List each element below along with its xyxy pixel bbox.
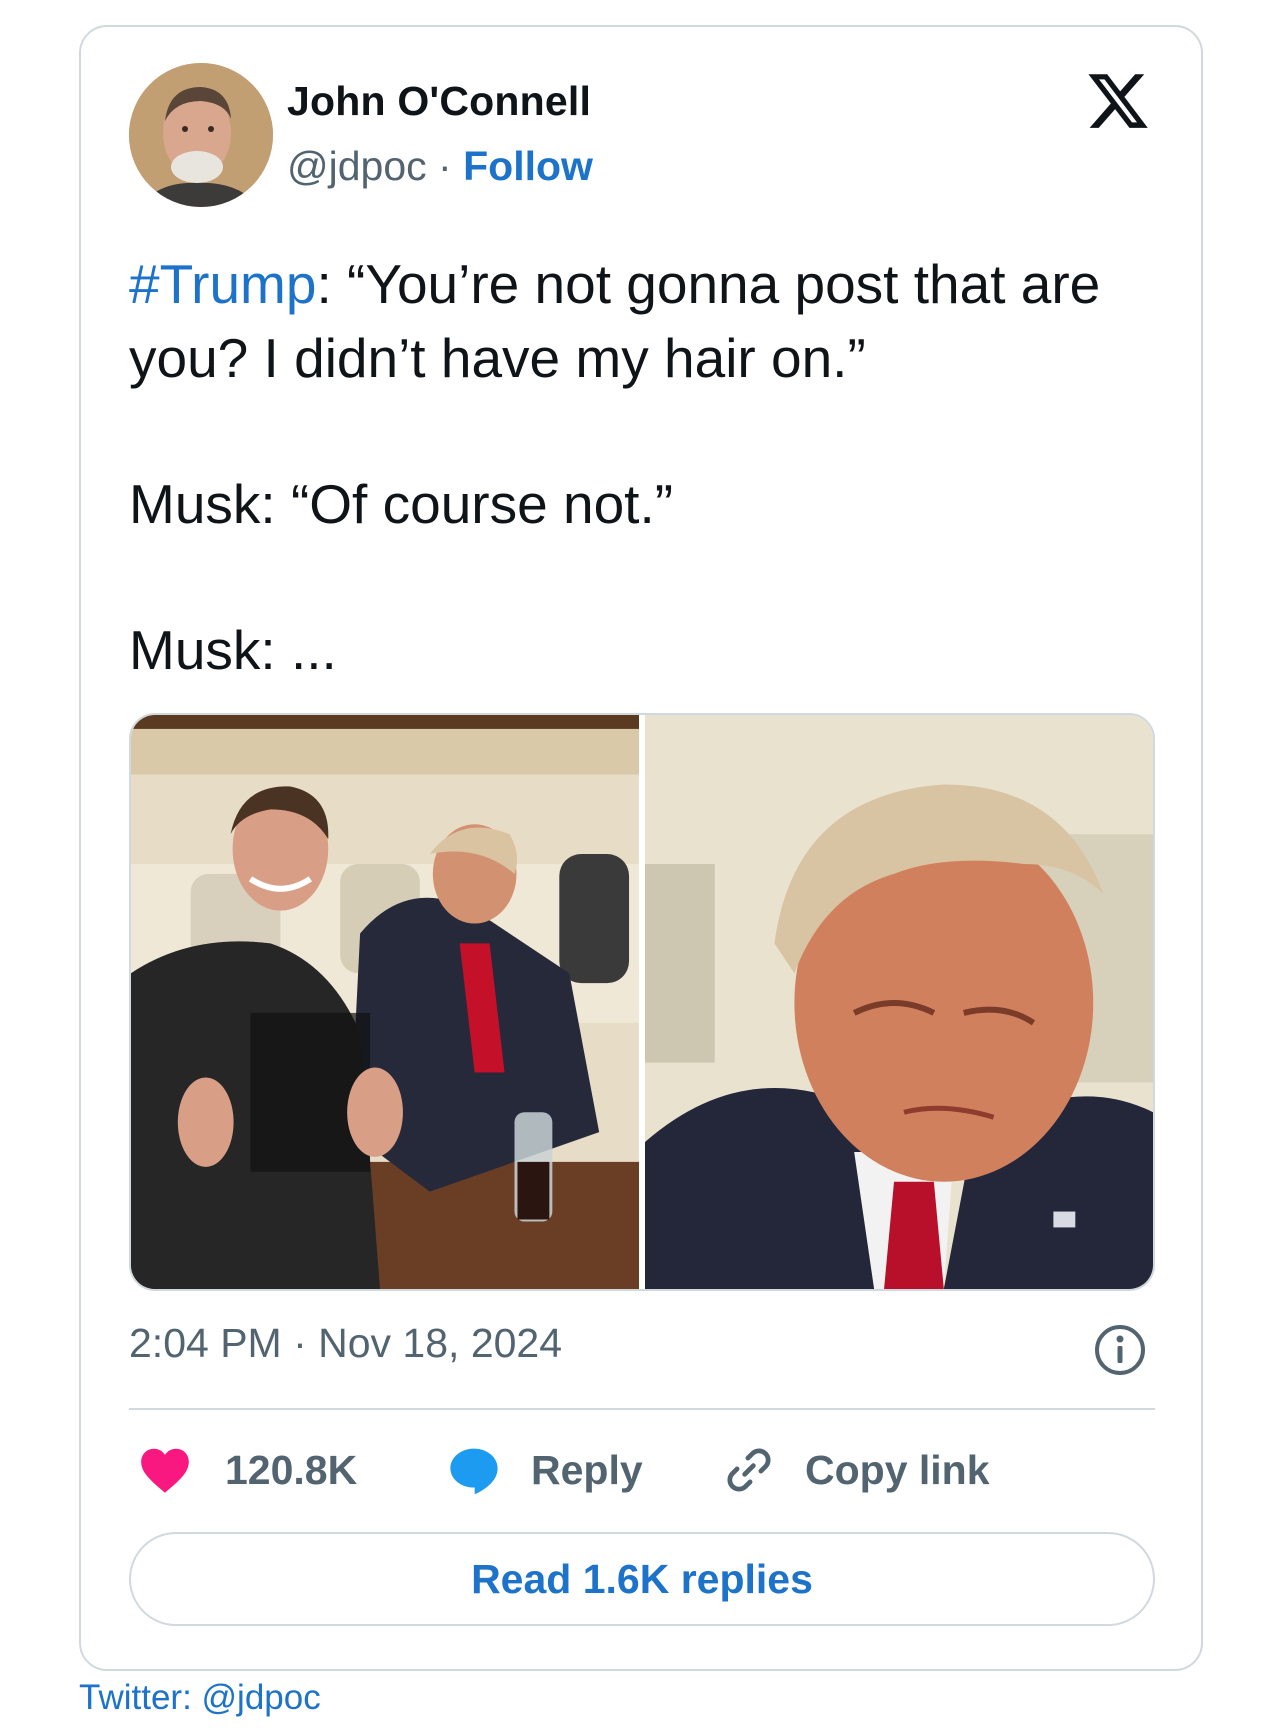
author-handle-line: @jdpoc · Follow [287,143,593,190]
media-photo-right[interactable] [645,715,1153,1289]
author-name[interactable]: John O'Connell [287,78,591,125]
like-button[interactable]: 120.8K [139,1440,357,1500]
author-avatar[interactable] [129,63,273,207]
x-logo-icon[interactable] [1085,68,1151,134]
heart-icon [139,1446,191,1494]
divider [129,1408,1155,1410]
tweet-timestamp[interactable]: 2:04 PM · Nov 18, 2024 [129,1320,562,1367]
link-icon [723,1444,775,1496]
info-icon[interactable] [1093,1323,1147,1377]
tweet-line-3: Musk: ... [129,619,337,681]
likes-count: 120.8K [225,1446,358,1493]
read-replies-button[interactable]: Read 1.6K replies [129,1532,1155,1626]
reply-button[interactable]: Reply [447,1440,643,1500]
tweet-actions: 120.8K Reply Copy link [129,1440,1155,1500]
copy-link-button[interactable]: Copy link [723,1440,990,1500]
follow-button[interactable]: Follow [463,143,593,189]
tweet-text: #Trump: “You’re not gonna post that are … [129,247,1149,687]
tweet-line-1: #Trump: “You’re not gonna post that are … [129,247,1149,395]
tweet-line-2: Musk: “Of course not.” [129,473,674,535]
reply-label: Reply [531,1446,643,1493]
author-handle[interactable]: @jdpoc [287,143,427,189]
avatar-image [129,63,273,207]
handle-separator: · [438,143,452,189]
image-credit: Twitter: @jdpoc [79,1678,321,1717]
hashtag-link[interactable]: #Trump [129,253,316,315]
copy-link-label: Copy link [805,1446,990,1493]
reply-bubble-icon [447,1443,501,1497]
tweet-media[interactable] [129,713,1155,1291]
media-photo-left[interactable] [131,715,639,1289]
